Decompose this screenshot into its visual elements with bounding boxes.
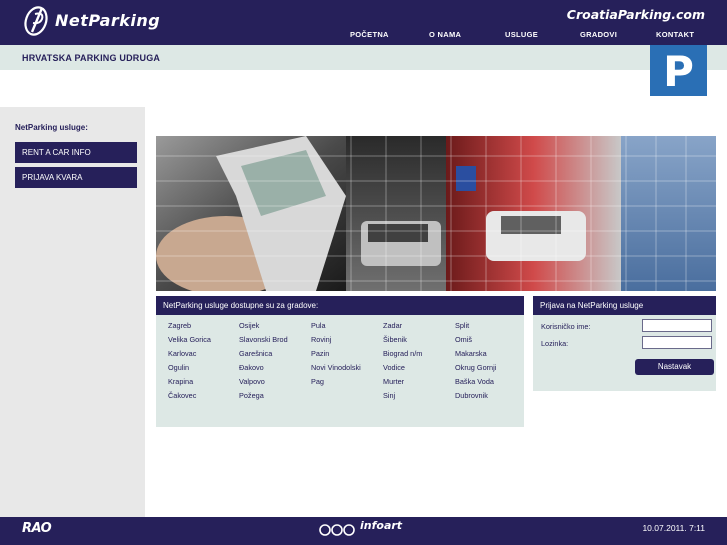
password-label: Lozinka: xyxy=(541,339,569,348)
city-link[interactable]: Čakovec xyxy=(168,391,196,400)
nav-gradovi[interactable]: GRADOVI xyxy=(580,30,617,39)
password-input[interactable] xyxy=(642,336,712,349)
nav-o-nama[interactable]: O NAMA xyxy=(429,30,461,39)
city-link[interactable]: Split xyxy=(455,321,469,330)
nav-pocetna[interactable]: POČETNA xyxy=(350,30,389,39)
city-link[interactable]: Garešnica xyxy=(239,349,272,358)
city-link[interactable]: Vodice xyxy=(383,363,405,372)
infoart-logo-text[interactable]: infoart xyxy=(360,519,402,532)
city-link[interactable]: Zagreb xyxy=(168,321,191,330)
city-link[interactable]: Šibenik xyxy=(383,335,407,344)
rent-a-car-info-button[interactable]: RENT A CAR INFO xyxy=(15,142,137,163)
hero-banner-image xyxy=(156,136,716,291)
username-input[interactable] xyxy=(642,319,712,332)
city-link[interactable]: Ogulin xyxy=(168,363,189,372)
parking-sign-letter: P xyxy=(663,47,694,96)
city-link[interactable]: Omiš xyxy=(455,335,472,344)
city-link[interactable]: Okrug Gornji xyxy=(455,363,496,372)
login-heading: Prijava na NetParking usluge xyxy=(533,296,716,315)
city-link[interactable]: Đakovo xyxy=(239,363,264,372)
city-link[interactable]: Novi Vinodolski xyxy=(311,363,361,372)
city-link[interactable]: Murter xyxy=(383,377,404,386)
city-link[interactable]: Krapina xyxy=(168,377,193,386)
city-link[interactable]: Velika Gorica xyxy=(168,335,211,344)
city-link[interactable]: Makarska xyxy=(455,349,487,358)
site-name: CroatiaParking.com xyxy=(566,7,705,22)
city-link[interactable]: Zadar xyxy=(383,321,402,330)
city-link[interactable]: Karlovac xyxy=(168,349,196,358)
brand-name[interactable]: NetParking xyxy=(55,11,160,30)
nav-usluge[interactable]: USLUGE xyxy=(505,30,538,39)
username-label: Korisničko ime: xyxy=(541,322,591,331)
city-link[interactable]: Valpovo xyxy=(239,377,265,386)
rao-logo[interactable]: RAO xyxy=(22,521,52,536)
city-link[interactable]: Pazin xyxy=(311,349,329,358)
city-link[interactable]: Baška Voda xyxy=(455,377,494,386)
city-link[interactable]: Pula xyxy=(311,321,326,330)
date-time: 10.07.2011. 7:11 xyxy=(642,523,705,533)
city-link[interactable]: Rovinj xyxy=(311,335,331,344)
nav-kontakt[interactable]: KONTAKT xyxy=(656,30,694,39)
nastavak-button[interactable]: Nastavak xyxy=(635,359,714,375)
parking-sign-icon: P xyxy=(650,45,707,96)
city-link[interactable]: Sinj xyxy=(383,391,395,400)
city-link[interactable]: Požega xyxy=(239,391,264,400)
page-title: HRVATSKA PARKING UDRUGA xyxy=(22,53,161,63)
sidebar-title: NetParking usluge: xyxy=(15,123,88,132)
city-link[interactable]: Dubrovnik xyxy=(455,391,488,400)
cities-heading: NetParking usluge dostupne su za gradove… xyxy=(156,296,524,315)
prijava-kvara-button[interactable]: PRIJAVA KVARA xyxy=(15,167,137,188)
city-link[interactable]: Slavonski Brod xyxy=(239,335,288,344)
city-link[interactable]: Osijek xyxy=(239,321,259,330)
city-link[interactable]: Biograd n/m xyxy=(383,349,422,358)
city-link[interactable]: Pag xyxy=(311,377,324,386)
